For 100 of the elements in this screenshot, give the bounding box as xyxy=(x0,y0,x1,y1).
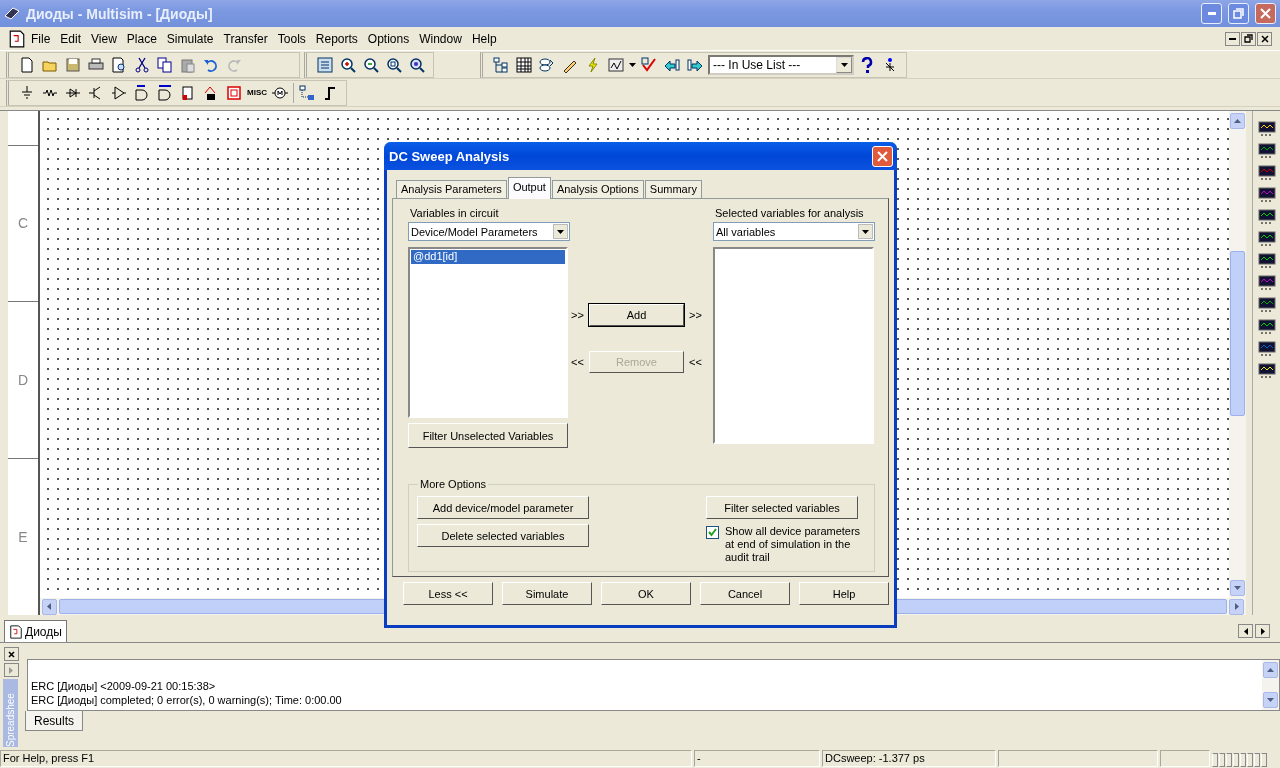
menu-item[interactable]: Help xyxy=(466,29,502,48)
results-tab[interactable]: Results xyxy=(25,711,83,731)
scroll-left-icon[interactable] xyxy=(46,603,53,610)
schematic-document-icon[interactable] xyxy=(8,29,26,48)
instrument-icon[interactable] xyxy=(1257,187,1276,203)
selected-variables-list[interactable] xyxy=(713,247,874,444)
graph-icon[interactable] xyxy=(608,56,624,73)
dialog-tab[interactable]: Summary xyxy=(644,180,702,198)
instrument-icon[interactable] xyxy=(1257,341,1276,357)
menu-item[interactable]: Place xyxy=(121,29,162,48)
transfer-button[interactable]: Add xyxy=(589,304,684,326)
zoom-area-icon[interactable] xyxy=(386,56,402,73)
dialog-button[interactable]: Simulate xyxy=(502,582,592,605)
caret-icon[interactable] xyxy=(557,229,564,234)
dialog-button[interactable]: OK xyxy=(601,582,691,605)
back-arrow-icon[interactable] xyxy=(664,56,680,73)
dialog-button[interactable]: Help xyxy=(799,582,889,605)
new-document-icon[interactable] xyxy=(19,56,35,73)
instrument-icon[interactable] xyxy=(1257,231,1276,247)
lightning-icon[interactable] xyxy=(585,56,601,73)
menu-item[interactable]: Window xyxy=(414,29,467,48)
variable-type-dropdown[interactable]: Device/Model Parameters xyxy=(408,222,570,241)
grid-icon[interactable] xyxy=(516,56,532,73)
close-icon[interactable] xyxy=(7,650,15,658)
indicator-icon[interactable] xyxy=(226,84,242,101)
variables-list[interactable]: @dd1[id] xyxy=(408,247,568,418)
in-use-list-dropdown[interactable]: --- In Use List --- xyxy=(708,54,854,75)
menu-item[interactable]: Tools xyxy=(272,29,311,48)
zoom-in-icon[interactable] xyxy=(340,56,356,73)
instrument-icon[interactable] xyxy=(1257,275,1276,291)
filter-dropdown[interactable]: All variables xyxy=(713,222,875,241)
motor-icon[interactable] xyxy=(272,84,288,101)
tab-scroll-right-button[interactable] xyxy=(1255,624,1270,638)
option-button[interactable]: Delete selected variables xyxy=(417,524,589,547)
dialog-tab[interactable]: Output xyxy=(507,177,551,199)
instrument-icon[interactable] xyxy=(1257,363,1276,379)
scroll-up-icon[interactable] xyxy=(1267,668,1274,672)
menu-item[interactable]: Simulate xyxy=(161,29,219,48)
digital-chip-icon[interactable] xyxy=(180,84,196,101)
hierarchy-icon[interactable] xyxy=(493,56,509,73)
schematic-document-icon[interactable] xyxy=(9,624,23,639)
print-preview-icon[interactable] xyxy=(111,56,127,73)
minimize-button[interactable] xyxy=(1225,31,1240,46)
menu-item[interactable]: Options xyxy=(362,29,415,48)
misc-button[interactable]: MISC xyxy=(247,88,267,97)
logic-gate-icon[interactable] xyxy=(157,84,173,101)
menu-item[interactable]: View xyxy=(86,29,122,48)
menu-item[interactable]: File xyxy=(26,29,56,48)
instrument-icon[interactable] xyxy=(1257,297,1276,313)
filter-unselected-button[interactable]: Filter Unselected Variables xyxy=(408,423,568,448)
paste-icon[interactable] xyxy=(180,56,196,73)
minimize-icon[interactable] xyxy=(1229,37,1236,40)
ground-icon[interactable] xyxy=(19,84,35,101)
scroll-up-icon[interactable] xyxy=(1234,119,1241,123)
help-icon[interactable] xyxy=(859,56,875,73)
instrument-icon[interactable] xyxy=(1257,121,1276,137)
save-icon[interactable] xyxy=(65,56,81,73)
instrument-icon[interactable] xyxy=(1257,319,1276,335)
menu-item[interactable]: Transfer xyxy=(218,29,273,48)
caret-icon[interactable] xyxy=(862,229,869,234)
database-icon[interactable] xyxy=(539,56,555,73)
instrument-icon[interactable] xyxy=(1257,253,1276,269)
dialog-button[interactable]: Cancel xyxy=(700,582,790,605)
option-button[interactable]: Add device/model parameter xyxy=(417,496,589,519)
instrument-icon[interactable] xyxy=(1257,143,1276,159)
logic-gate-icon[interactable] xyxy=(134,84,150,101)
step-signal-icon[interactable] xyxy=(322,84,338,101)
left-arrow-icon[interactable] xyxy=(1243,627,1248,635)
right-arrow-icon[interactable] xyxy=(1260,627,1265,635)
bus-icon[interactable] xyxy=(299,84,315,101)
vertical-scrollbar[interactable] xyxy=(1262,660,1279,710)
caret-icon[interactable] xyxy=(840,62,848,67)
scroll-down-icon[interactable] xyxy=(1234,586,1241,590)
close-button[interactable] xyxy=(3,647,19,661)
menu-item[interactable]: Reports xyxy=(310,29,363,48)
checkmark-icon[interactable] xyxy=(641,56,657,73)
zoom-out-icon[interactable] xyxy=(363,56,379,73)
checkbox[interactable] xyxy=(706,526,719,539)
dialog-tab[interactable]: Analysis Parameters xyxy=(396,180,507,198)
list-icon[interactable] xyxy=(317,56,333,73)
instrument-icon[interactable] xyxy=(1257,209,1276,225)
scroll-down-icon[interactable] xyxy=(1267,698,1274,702)
tab-scroll-left-button[interactable] xyxy=(1238,624,1253,638)
copy-icon[interactable] xyxy=(157,56,173,73)
menu-item[interactable]: Edit xyxy=(55,29,87,48)
list-item[interactable]: @dd1[id] xyxy=(411,250,565,264)
arrow-label: << xyxy=(688,356,703,368)
zoom-fit-icon[interactable] xyxy=(409,56,425,73)
forward-arrow-icon[interactable] xyxy=(687,56,703,73)
printer-icon[interactable] xyxy=(88,56,104,73)
sheet-tab[interactable]: Диоды xyxy=(4,620,67,642)
amplifier-icon[interactable] xyxy=(111,84,127,101)
filter-selected-button[interactable]: Filter selected variables xyxy=(706,496,858,519)
dialog-tab[interactable]: Analysis Options xyxy=(551,180,644,198)
scroll-right-icon[interactable] xyxy=(1233,603,1240,610)
dialog-button[interactable]: Less << xyxy=(403,582,493,605)
scissors-icon[interactable] xyxy=(134,56,150,73)
caret-icon[interactable] xyxy=(629,62,636,67)
vertical-scrollbar[interactable] xyxy=(1229,111,1246,598)
instrument-icon[interactable] xyxy=(1257,165,1276,181)
